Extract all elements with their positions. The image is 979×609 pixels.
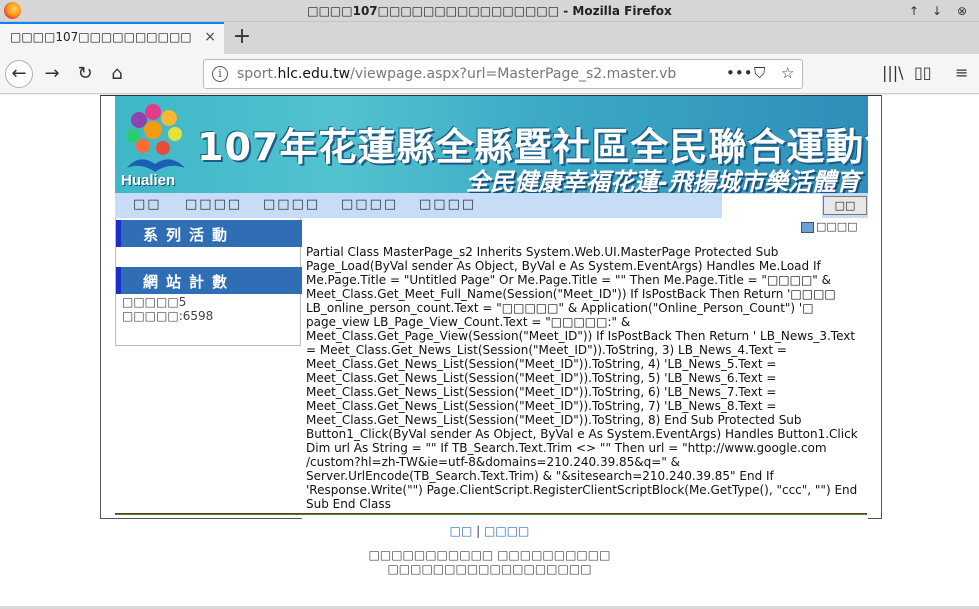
search-button[interactable]: □□ [823,196,867,215]
navigation-bar: ← → ↻ ⌂ i sport.hlc.edu.tw/viewpage.aspx… [0,54,979,94]
page-actions-icon[interactable]: ••• [726,64,753,82]
logo-text: Hualien [121,172,176,189]
menu-item-5[interactable]: □□□□ [419,197,476,212]
new-tab-icon[interactable]: + [230,24,254,49]
library-icon[interactable]: |||\ [882,63,904,82]
window-titlebar: □□□□107□□□□□□□□□□□□□□□□ - Mozilla Firefo… [0,0,979,22]
main-menu: □□ □□□□ □□□□ □□□□ □□□□ [115,193,722,218]
print-link[interactable]: □□□□ [801,220,858,233]
sidebar-stats-heading: 網站計數 [116,267,302,294]
search-input[interactable] [722,193,822,218]
minimize-icon[interactable]: ↑ [906,3,922,19]
footer-line-1: □□□□□□□□□□□ □□□□□□□□□□ [368,548,611,562]
menu-item-1[interactable]: □□ [133,197,162,212]
close-window-icon[interactable]: ⊗ [954,3,970,19]
sidebar-activities-heading[interactable]: 系列活動 [116,220,302,247]
menu-item-2[interactable]: □□□□ [185,197,242,212]
hamburger-menu-icon[interactable]: ≡ [955,63,968,82]
page-viewport: Hualien 107年花蓮縣全縣暨社區全民聯合運動會 全民健康幸福花蓮-飛揚城… [0,95,979,609]
footer-separator: | [476,524,481,538]
tab-title: □□□□107□□□□□□□□□□□□□□□□□ [10,30,192,44]
url-bar[interactable]: i sport.hlc.edu.tw/viewpage.aspx?url=Mas… [203,59,803,89]
back-button[interactable]: ← [5,60,33,88]
menu-item-4[interactable]: □□□□ [341,197,398,212]
url-text[interactable]: sport.hlc.edu.tw/viewpage.aspx?url=Maste… [237,66,676,82]
maximize-icon[interactable]: ↓ [929,3,945,19]
tab-bar: □□□□107□□□□□□□□□□□□□□□□□ × + [0,22,979,54]
pocket-icon[interactable]: ⛉ [754,64,765,82]
footer-links: □□ | □□□□ [0,524,979,538]
url-prefix: sport. [237,66,278,82]
home-button[interactable]: ⌂ [103,60,131,88]
forward-button[interactable]: → [38,60,66,88]
tab-close-icon[interactable]: × [204,29,216,45]
site-info-icon[interactable]: i [212,66,228,82]
sidebar-toggle-icon[interactable]: ▯▯ [914,63,932,82]
footer-line-2: □□□□□□□□□□□□□□□□□□ [387,562,592,576]
page-view-count: □□□□□:6598 [122,309,214,323]
printer-icon [801,221,814,233]
sidebar: 系列活動 網站計數 □□□□□5 □□□□□:6598 [115,218,302,346]
page-content-text: Partial Class MasterPage_s2 Inherits Sys… [306,245,858,511]
banner-slogan: 全民健康幸福花蓮-飛揚城市樂活體育 [466,168,860,193]
footer-divider [115,513,867,515]
bookmark-star-icon[interactable]: ☆ [781,64,794,82]
stats-heading-label: 網站計數 [143,273,236,291]
footer-link-1[interactable]: □□ [450,524,473,538]
footer-link-2[interactable]: □□□□ [484,524,529,538]
menu-item-3[interactable]: □□□□ [263,197,320,212]
url-path: /viewpage.aspx?url=MasterPage_s2.master.… [350,66,677,82]
site-banner: Hualien 107年花蓮縣全縣暨社區全民聯合運動會 全民健康幸福花蓮-飛揚城… [115,96,868,193]
reload-button[interactable]: ↻ [71,60,99,88]
tab-active[interactable]: □□□□107□□□□□□□□□□□□□□□□□ × [0,22,224,54]
online-count: □□□□□5 [122,295,187,309]
url-host: hlc.edu.tw [277,66,351,82]
activities-heading-label: 系列活動 [143,226,236,244]
window-title: □□□□107□□□□□□□□□□□□□□□□ - Mozilla Firefo… [307,4,672,18]
print-label: □□□□ [816,220,858,233]
